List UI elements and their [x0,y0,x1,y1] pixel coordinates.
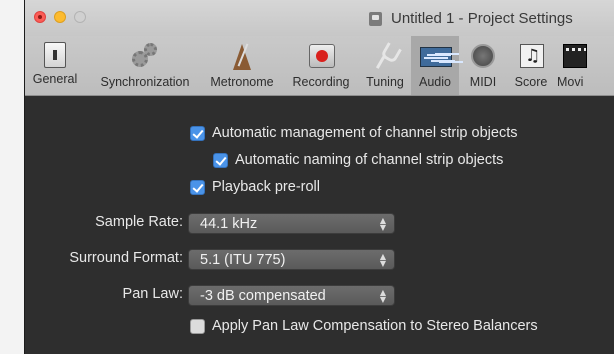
settings-toolbar: General Synchronization Metronome Record… [25,36,614,96]
tab-tuning-label: Tuning [366,75,404,89]
surround-format-popup[interactable]: 5.1 (ITU 775) ▲ ▼ [188,249,395,270]
auto-manage-checkbox[interactable] [190,126,205,141]
surround-format-label: Surround Format: [69,250,183,266]
tab-metronome-label: Metronome [210,75,274,89]
tab-movie[interactable]: Movi [557,36,614,95]
pan-law-popup[interactable]: -3 dB compensated ▲ ▼ [188,285,395,306]
tab-tuning[interactable]: Tuning [360,36,410,95]
preroll-label[interactable]: Playback pre-roll [212,179,320,195]
zoom-button[interactable] [74,11,86,23]
updown-arrows-icon: ▲ ▼ [379,252,386,268]
tab-synchronization[interactable]: Synchronization [89,36,201,95]
document-proxy-icon[interactable] [369,12,382,26]
sample-rate-popup[interactable]: 44.1 kHz ▲ ▼ [188,213,395,234]
tab-general-label: General [32,72,78,86]
preroll-checkbox[interactable] [190,180,205,195]
tab-audio-label: Audio [419,75,451,89]
window-title: Untitled 1 - Project Settings [391,10,573,27]
updown-arrows-icon: ▲ ▼ [379,216,386,232]
metronome-icon [225,41,259,71]
auto-manage-label[interactable]: Automatic management of channel strip ob… [212,125,517,141]
close-button[interactable] [34,11,46,23]
tuning-fork-icon [368,41,402,71]
record-icon [304,41,338,71]
minimize-button[interactable] [54,11,66,23]
tab-general[interactable]: General [25,36,85,95]
auto-naming-label[interactable]: Automatic naming of channel strip object… [235,152,503,168]
tab-midi-label: MIDI [469,75,497,89]
tab-midi[interactable]: MIDI [462,36,504,95]
general-icon [44,42,66,68]
tab-movie-label: Movi [557,75,584,89]
tab-score[interactable]: Score [508,36,554,95]
score-icon [514,41,548,71]
sample-rate-label: Sample Rate: [95,214,183,230]
pan-law-value: -3 dB compensated [200,288,326,304]
project-settings-window: Untitled 1 - Project Settings General Sy… [24,0,614,354]
pan-law-label: Pan Law: [122,286,183,302]
movie-icon [557,41,591,71]
tab-recording[interactable]: Recording [284,36,358,95]
waveform-icon [418,41,452,71]
tab-audio[interactable]: Audio [411,36,459,95]
updown-arrows-icon: ▲ ▼ [379,288,386,304]
tab-score-label: Score [514,75,548,89]
tab-synchronization-label: Synchronization [100,75,190,89]
pan-compensation-label[interactable]: Apply Pan Law Compensation to Stereo Bal… [212,318,538,334]
tab-recording-label: Recording [292,75,350,89]
tab-metronome[interactable]: Metronome [203,36,281,95]
surround-format-value: 5.1 (ITU 775) [200,252,286,268]
audio-settings-pane: Automatic management of channel strip ob… [25,97,614,354]
auto-naming-checkbox[interactable] [213,153,228,168]
gears-icon [128,41,162,71]
title-bar[interactable]: Untitled 1 - Project Settings [25,0,614,36]
pan-compensation-checkbox[interactable] [190,319,205,334]
sample-rate-value: 44.1 kHz [200,216,258,232]
midi-port-icon [466,41,500,71]
